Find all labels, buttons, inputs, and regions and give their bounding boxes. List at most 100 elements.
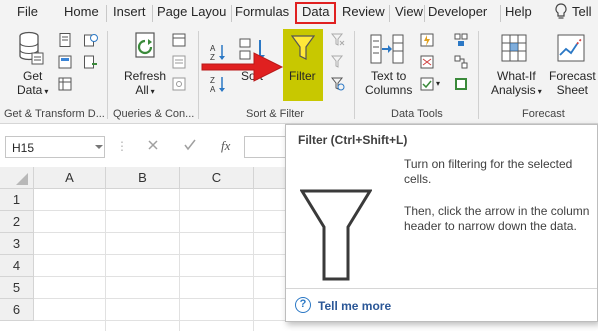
- column-header-a[interactable]: A: [34, 167, 106, 189]
- select-all-corner[interactable]: [0, 167, 34, 189]
- what-if-analysis-icon[interactable]: [500, 33, 530, 68]
- tab-separator: [231, 5, 232, 22]
- dropdown-caret-icon: ▾: [150, 87, 155, 96]
- text-to-columns-icon[interactable]: [370, 33, 404, 70]
- what-if-label-line2: Analysis ▾: [491, 83, 542, 97]
- forecast-sheet-label-line2: Sheet: [556, 83, 589, 97]
- group-label-data-tools: Data Tools: [391, 108, 443, 120]
- column-header-c[interactable]: C: [180, 167, 254, 189]
- reapply-filter-icon[interactable]: [330, 55, 345, 69]
- existing-connections-icon[interactable]: [84, 55, 98, 69]
- tab-home[interactable]: Home: [64, 4, 99, 19]
- tab-review[interactable]: Review: [342, 4, 385, 19]
- get-data-label-line1: Get: [23, 69, 43, 83]
- group-separator: [107, 31, 108, 119]
- flash-fill-icon[interactable]: [420, 33, 434, 47]
- red-arrow-pointer-icon: [200, 51, 284, 86]
- gridline: [105, 189, 106, 331]
- get-data-button[interactable]: Get Data ▾: [17, 69, 48, 99]
- forecast-sheet-icon[interactable]: [556, 33, 586, 68]
- column-header-d[interactable]: [254, 167, 286, 189]
- forecast-sheet-label-line1: Forecast: [549, 69, 596, 83]
- tab-separator: [152, 5, 153, 22]
- tab-tell-me[interactable]: Tell: [572, 4, 592, 19]
- filter-button[interactable]: Filter: [283, 29, 323, 101]
- row-header-3[interactable]: 3: [0, 233, 34, 255]
- row-header-6[interactable]: 6: [0, 299, 34, 321]
- gridline: [253, 189, 254, 331]
- tab-separator: [389, 5, 390, 22]
- tab-view[interactable]: View: [395, 4, 423, 19]
- group-separator: [478, 31, 479, 119]
- filter-button-label: Filter: [289, 69, 316, 83]
- get-data-label-line2: Data ▾: [17, 83, 49, 97]
- group-label-forecast: Forecast: [522, 108, 565, 120]
- ribbon-tab-bar: File Home Insert Page Layou Formulas Dat…: [0, 0, 598, 27]
- data-validation-icon[interactable]: [420, 77, 434, 91]
- refresh-all-button[interactable]: Refresh All ▾: [124, 69, 166, 99]
- remove-duplicates-icon[interactable]: [420, 55, 434, 69]
- tab-separator: [106, 5, 107, 22]
- tab-formulas[interactable]: Formulas: [235, 4, 289, 19]
- row-header-1[interactable]: 1: [0, 189, 34, 211]
- text-to-columns-label-line2: Columns: [365, 83, 413, 97]
- queries-connections-icon[interactable]: [172, 33, 186, 47]
- gridline: [34, 320, 286, 321]
- clear-filter-icon[interactable]: [330, 33, 345, 47]
- help-question-icon[interactable]: ?: [295, 297, 311, 313]
- tab-page-layout[interactable]: Page Layou: [157, 4, 226, 19]
- group-separator: [198, 31, 199, 119]
- from-web-icon[interactable]: [58, 55, 72, 69]
- what-if-label-line1: What-If: [497, 69, 536, 83]
- tab-insert[interactable]: Insert: [113, 4, 146, 19]
- row-header-4[interactable]: 4: [0, 255, 34, 277]
- column-header-b[interactable]: B: [106, 167, 180, 189]
- gridline: [34, 298, 286, 299]
- edit-links-icon[interactable]: [172, 77, 186, 91]
- tooltip-divider: [286, 288, 597, 289]
- tell-me-more-link[interactable]: Tell me more: [318, 299, 391, 313]
- gridline: [179, 189, 180, 331]
- database-icon[interactable]: [18, 31, 44, 68]
- manage-data-model-icon[interactable]: [454, 77, 468, 91]
- advanced-filter-icon[interactable]: [330, 77, 345, 91]
- row-header-2[interactable]: 2: [0, 211, 34, 233]
- forecast-sheet-button[interactable]: Forecast Sheet: [549, 69, 596, 97]
- group-label-queries: Queries & Con...: [113, 108, 195, 120]
- svg-text:A: A: [210, 85, 216, 93]
- filter-tooltip: Filter (Ctrl+Shift+L) Turn on filtering …: [285, 124, 598, 322]
- name-box-dropdown-icon[interactable]: [95, 145, 103, 149]
- relationships-icon[interactable]: [454, 55, 468, 69]
- gridline: [34, 232, 286, 233]
- consolidate-icon[interactable]: [454, 33, 468, 47]
- from-table-icon[interactable]: [58, 77, 72, 91]
- tooltip-title: Filter (Ctrl+Shift+L): [298, 133, 408, 147]
- recent-sources-icon[interactable]: [84, 33, 98, 47]
- more-dots-icon: ⋮: [116, 139, 128, 153]
- ribbon: Get Data ▾ Get & Transform D... Refresh A…: [0, 27, 598, 124]
- insert-function-button[interactable]: fx: [221, 138, 230, 154]
- gridline: [34, 254, 286, 255]
- dropdown-caret-icon: ▾: [44, 87, 49, 96]
- refresh-all-icon[interactable]: [132, 31, 162, 68]
- cancel-icon[interactable]: [147, 139, 159, 154]
- tab-data-highlight-box: [295, 2, 336, 24]
- name-box[interactable]: H15: [5, 136, 105, 158]
- tab-separator: [424, 5, 425, 22]
- enter-checkmark-icon[interactable]: [184, 139, 196, 154]
- tab-developer[interactable]: Developer: [428, 4, 487, 19]
- tab-file[interactable]: File: [17, 4, 38, 19]
- tooltip-description: Turn on filtering for the selected cells…: [404, 157, 573, 186]
- refresh-all-label-line2: All ▾: [135, 83, 155, 97]
- row-header-5[interactable]: 5: [0, 277, 34, 299]
- dropdown-caret-icon[interactable]: ▾: [436, 79, 440, 88]
- lightbulb-icon[interactable]: [554, 3, 568, 24]
- properties-icon[interactable]: [172, 55, 186, 69]
- from-text-csv-icon[interactable]: [58, 33, 72, 47]
- gridline: [34, 210, 286, 211]
- filter-funnel-icon: [290, 35, 316, 64]
- tab-help[interactable]: Help: [505, 4, 532, 19]
- what-if-analysis-button[interactable]: What-If Analysis ▾: [491, 69, 542, 99]
- tooltip-instructions: Then, click the arrow in the column head…: [404, 204, 590, 233]
- text-to-columns-button[interactable]: Text to Columns: [365, 69, 412, 97]
